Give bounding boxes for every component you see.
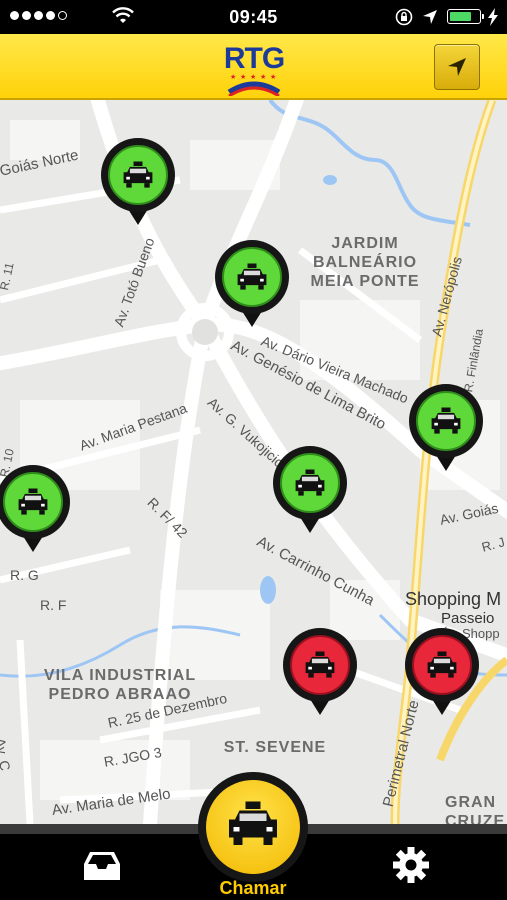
taxi-marker-available[interactable] [100,137,176,229]
taxi-icon [223,800,283,848]
district-label: GRAN CRUZE [445,794,506,824]
svg-text:★: ★ [250,73,256,81]
rtg-logo: RTG ★ ★ ★ ★ ★ [220,42,288,96]
call-taxi-label[interactable]: Chamar [198,878,308,899]
district-label: VILA INDUSTRIAL PEDRO ABRAAO [43,667,197,703]
call-taxi-button-face [206,780,300,874]
svg-text:★: ★ [230,73,236,81]
location-arrow-icon [423,10,437,24]
taxi-marker-available[interactable] [272,445,348,537]
navigation-arrow-icon [448,58,466,76]
taxi-marker-busy[interactable] [282,627,358,719]
call-taxi-button[interactable] [198,772,308,882]
place-label: Shopping M [405,589,502,609]
battery-icon [447,9,484,24]
rotation-lock-icon [395,8,413,26]
district-label: ST. SEVENE [223,739,327,756]
taxi-marker-available[interactable] [214,239,290,331]
taxi-marker-busy[interactable] [404,627,480,719]
district-label: JARDIM BALNEÁRIO MEIA PONTE [310,235,420,290]
street-label: R. G [10,567,39,583]
status-bar: 09:45 [0,0,507,34]
logo-text: RTG [223,42,285,75]
street-label: R. F [40,597,67,613]
app-header: RTG ★ ★ ★ ★ ★ [0,34,507,100]
svg-text:★: ★ [240,73,246,81]
charging-icon [488,8,498,26]
locate-me-button[interactable] [434,44,480,90]
taxi-marker-available[interactable] [408,383,484,475]
taxi-marker-available[interactable] [0,464,71,556]
inbox-icon[interactable] [82,850,122,882]
svg-text:★: ★ [260,73,266,81]
place-label: Passeio [441,610,495,627]
map-view[interactable]: Goiás Norte Av. Totó Bueno Av. Dário Vie… [0,100,507,824]
gear-icon[interactable] [392,846,430,884]
svg-text:★: ★ [270,73,276,81]
